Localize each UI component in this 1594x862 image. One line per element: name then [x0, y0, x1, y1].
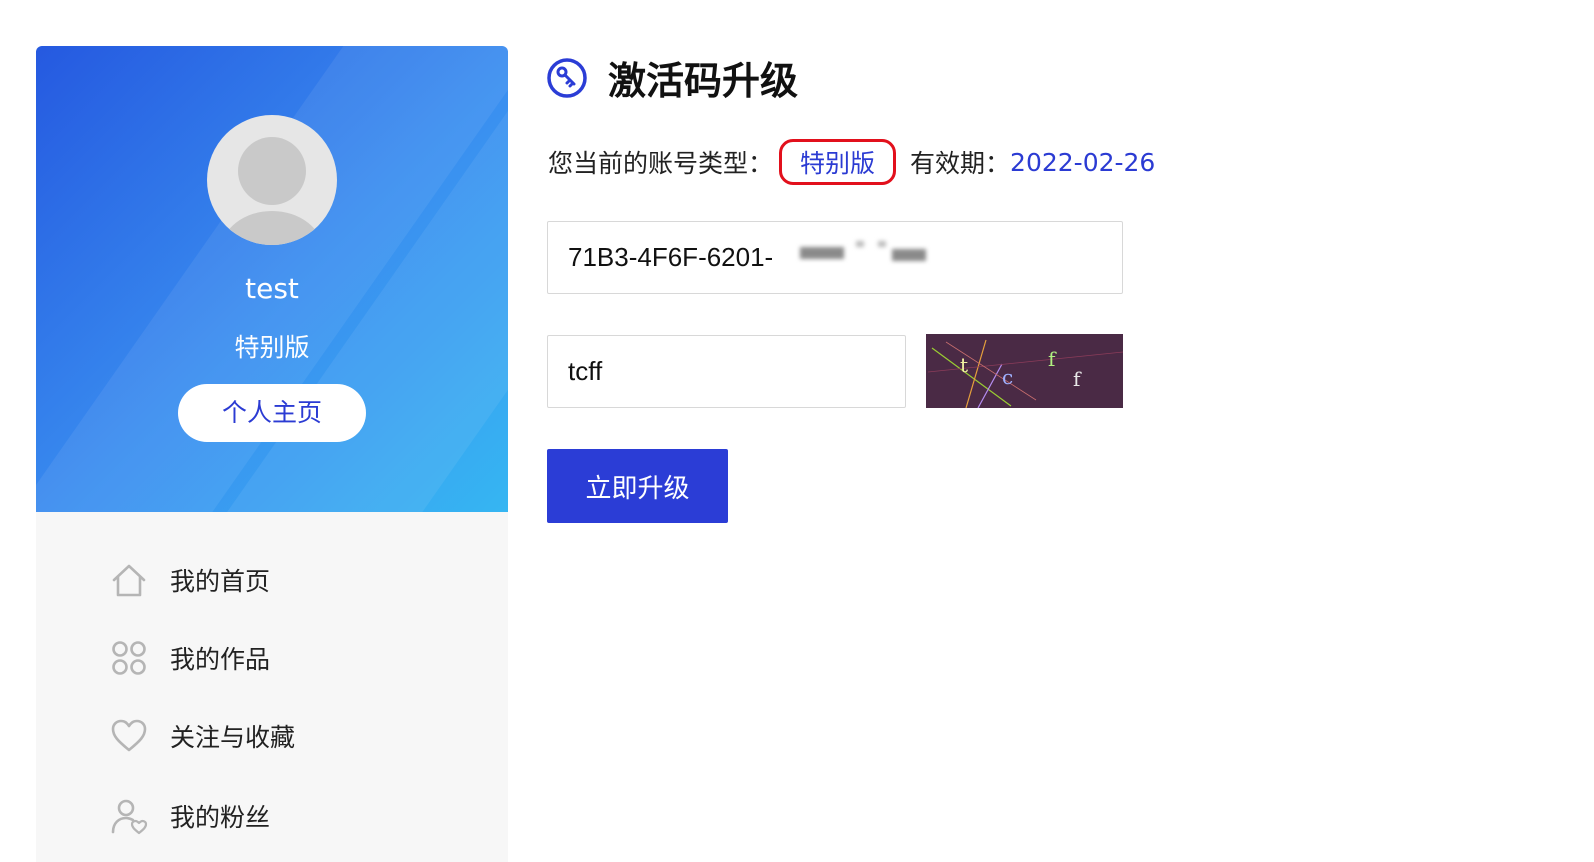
redacted-mask	[878, 241, 886, 247]
page-header: 激活码升级	[546, 50, 798, 105]
sidebar-item-label: 我的作品	[170, 645, 271, 674]
sidebar-item-works[interactable]: 我的作品	[110, 638, 270, 678]
captcha-input[interactable]	[547, 335, 906, 408]
grid-icon	[112, 641, 146, 675]
expiry-label: 有效期：	[910, 149, 1011, 178]
account-type-value: 特别版	[779, 139, 897, 185]
sidebar-menu: 我的首页 我的作品 关注与收藏 我的粉丝	[36, 512, 508, 862]
expiry-date: 2022-02-26	[1010, 147, 1156, 177]
sidebar-item-home[interactable]: 我的首页	[110, 560, 270, 600]
avatar[interactable]	[207, 115, 337, 245]
profile-home-button[interactable]: 个人主页	[178, 384, 366, 442]
key-badge-icon	[547, 57, 587, 98]
account-edition: 特别版	[234, 333, 310, 362]
profile-card: test 特别版 个人主页	[36, 46, 508, 512]
redacted-mask	[800, 247, 844, 259]
captcha-image[interactable]: t c f f	[926, 334, 1123, 408]
sidebar-item-label: 我的粉丝	[170, 803, 271, 832]
account-type-label: 您当前的账号类型：	[548, 149, 774, 178]
sidebar-item-favorites[interactable]: 关注与收藏	[110, 716, 295, 756]
home-icon	[112, 564, 146, 597]
upgrade-button[interactable]: 立即升级	[547, 449, 728, 523]
redacted-mask	[892, 249, 926, 261]
sidebar-item-fans[interactable]: 我的粉丝	[110, 796, 270, 836]
captcha-char: c	[1002, 365, 1013, 389]
user-heart-icon	[111, 799, 148, 835]
page-title: 激活码升级	[608, 59, 799, 103]
heart-icon	[111, 719, 147, 752]
redacted-mask	[856, 241, 864, 247]
sidebar-item-label: 关注与收藏	[170, 723, 296, 752]
account-info: 您当前的账号类型： 特别版 有效期： 2022-02-26	[548, 139, 1156, 185]
sidebar-item-label: 我的首页	[170, 567, 271, 596]
captcha-char: t	[960, 353, 968, 377]
username: test	[245, 272, 299, 305]
sidebar: test 特别版 个人主页 我的首页 我的作品 关注与收藏 我的粉丝	[36, 46, 508, 862]
